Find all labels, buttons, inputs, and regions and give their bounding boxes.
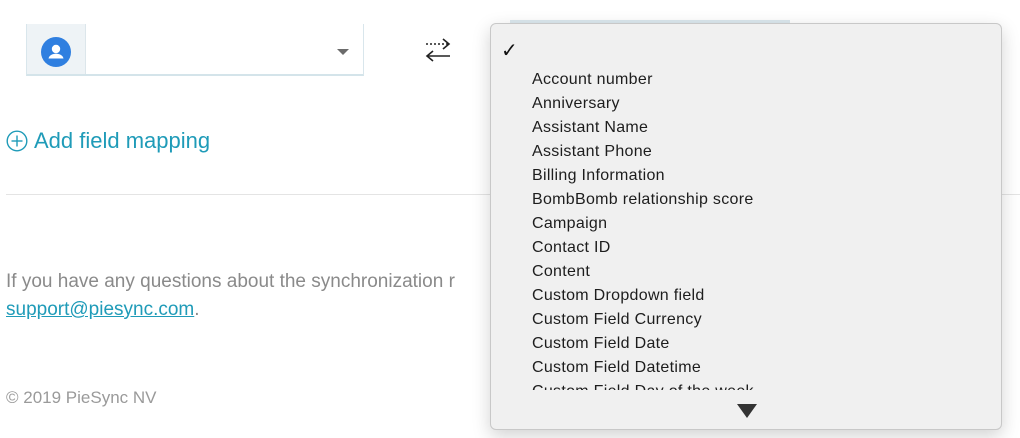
dropdown-option[interactable]: BombBomb relationship score [491, 188, 1001, 212]
help-text-end: . [194, 299, 200, 320]
dropdown-option[interactable]: Custom Field Currency [491, 308, 1001, 332]
dropdown-option[interactable]: Campaign [491, 212, 1001, 236]
field-type-cell [27, 24, 86, 74]
dropdown-options-list[interactable]: Account number Anniversary Assistant Name A… [491, 68, 1001, 390]
scroll-down-arrow-icon[interactable] [737, 404, 757, 418]
page: Add field mapping If you have any questi… [0, 0, 1020, 438]
dropdown-option[interactable]: Account number [491, 68, 1001, 92]
checkmark-icon: ✓ [501, 38, 518, 62]
dropdown-option[interactable]: Custom Field Day of the week [491, 380, 1001, 390]
dropdown-option[interactable]: Assistant Name [491, 116, 1001, 140]
dropdown-option[interactable]: Custom Field Date [491, 332, 1001, 356]
dropdown-option[interactable]: Contact ID [491, 236, 1001, 260]
dropdown-option[interactable]: Content [491, 260, 1001, 284]
swap-arrows-icon[interactable] [421, 35, 455, 65]
plus-circle-icon [6, 130, 28, 152]
dropdown-option[interactable]: Billing Information [491, 164, 1001, 188]
copyright: © 2019 PieSync NV [6, 388, 157, 407]
chevron-down-icon[interactable] [337, 49, 349, 55]
dropdown-option[interactable]: Custom Dropdown field [491, 284, 1001, 308]
person-icon [41, 37, 71, 67]
source-field-select[interactable] [26, 24, 364, 76]
help-text-before: If you have any questions about the sync… [6, 271, 455, 292]
dropdown-option[interactable]: Anniversary [491, 92, 1001, 116]
add-field-mapping-button[interactable]: Add field mapping [6, 128, 210, 154]
add-field-mapping-label: Add field mapping [34, 128, 211, 153]
dropdown-option[interactable]: Custom Field Datetime [491, 356, 1001, 380]
support-email-link[interactable]: support@piesync.com [6, 299, 194, 320]
field-dropdown-menu[interactable]: ✓ Account number Anniversary Assistant Nam… [490, 23, 1002, 430]
dropdown-option[interactable]: Assistant Phone [491, 140, 1001, 164]
